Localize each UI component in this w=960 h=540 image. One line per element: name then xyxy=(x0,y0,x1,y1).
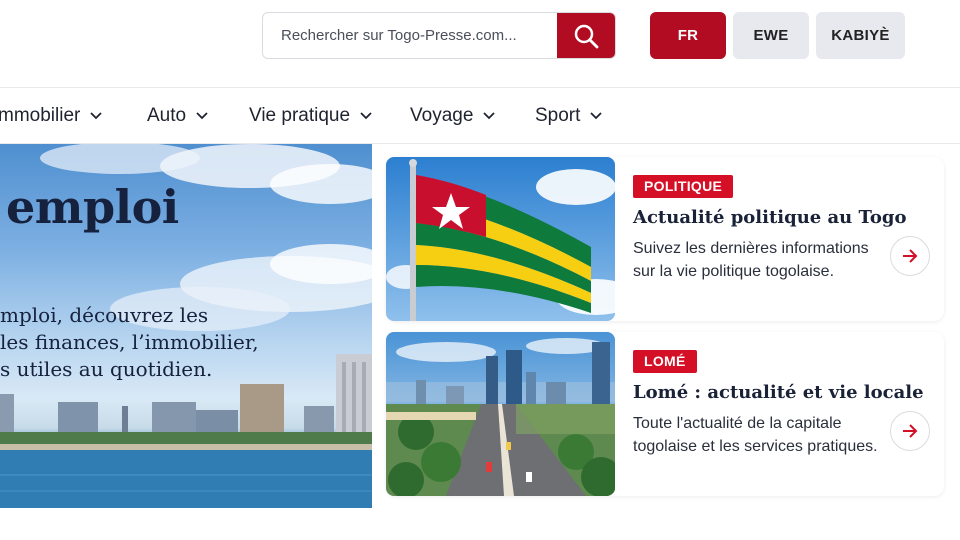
category-badge: LOMÉ xyxy=(633,350,697,373)
category-badge: POLITIQUE xyxy=(633,175,734,198)
chevron-down-icon xyxy=(590,112,603,120)
arrow-right-icon xyxy=(903,249,918,263)
card-arrow-button[interactable] xyxy=(890,411,930,451)
nav-item-sport[interactable]: Sport xyxy=(535,88,603,144)
nav-item-immobilier[interactable]: mmobilier xyxy=(0,88,102,144)
language-kabiye-button[interactable]: KABIYÈ xyxy=(816,12,905,59)
search-bar xyxy=(262,12,616,59)
nav-item-label: Sport xyxy=(535,105,581,126)
nav-item-label: Auto xyxy=(147,105,187,126)
article-card-politique[interactable]: POLITIQUE Actualité politique au Togo Su… xyxy=(386,157,944,321)
card-description: Toute l'actualité de la capitale togolai… xyxy=(633,412,883,458)
hero-description: mploi, découvrez les les finances, l’imm… xyxy=(0,302,259,383)
nav-item-label: Vie pratique xyxy=(249,105,351,126)
hero-line: les finances, l’immobilier, xyxy=(0,330,259,354)
nav-item-label: mmobilier xyxy=(0,105,81,126)
togo-flag-image xyxy=(386,157,615,321)
nav-item-vie-pratique[interactable]: Vie pratique xyxy=(249,88,372,144)
search-icon xyxy=(574,24,599,48)
hero-line: s utiles au quotidien. xyxy=(0,357,213,381)
search-input[interactable] xyxy=(263,13,558,58)
search-button[interactable] xyxy=(557,13,615,58)
language-ewe-button[interactable]: EWE xyxy=(733,12,809,59)
language-fr-button[interactable]: FR xyxy=(650,12,726,59)
card-description-line: Toute l'actualité de la capitale xyxy=(633,415,842,432)
card-description-line: sur la vie politique togolaise. xyxy=(633,263,835,280)
arrow-right-icon xyxy=(903,424,918,438)
chevron-down-icon xyxy=(196,112,208,120)
chevron-down-icon xyxy=(483,112,496,120)
nav-item-label: Voyage xyxy=(410,105,474,126)
article-card-lome[interactable]: LOMÉ Lomé : actualité et vie locale Tout… xyxy=(386,332,944,496)
main-nav: mmobilier Auto Vie pratique Voyage Sport xyxy=(0,88,960,144)
card-description-line: Suivez les dernières informations xyxy=(633,240,869,257)
hero-title: emploi xyxy=(6,180,179,234)
hero-banner: emploi mploi, découvrez les les finances… xyxy=(0,144,372,508)
chevron-down-icon xyxy=(360,112,372,120)
card-arrow-button[interactable] xyxy=(890,236,930,276)
hero-line: mploi, découvrez les xyxy=(0,303,209,327)
chevron-down-icon xyxy=(90,112,102,120)
footer-strip xyxy=(0,508,960,540)
card-description: Suivez les dernières informations sur la… xyxy=(633,237,883,283)
site-header: FR EWE KABIYÈ xyxy=(0,0,960,88)
nav-item-auto[interactable]: Auto xyxy=(147,88,208,144)
nav-item-voyage[interactable]: Voyage xyxy=(410,88,496,144)
card-title[interactable]: Lomé : actualité et vie locale xyxy=(633,382,924,403)
lome-city-image xyxy=(386,332,615,496)
card-description-line: togolaise et les services pratiques. xyxy=(633,438,878,455)
card-title[interactable]: Actualité politique au Togo xyxy=(633,207,906,228)
